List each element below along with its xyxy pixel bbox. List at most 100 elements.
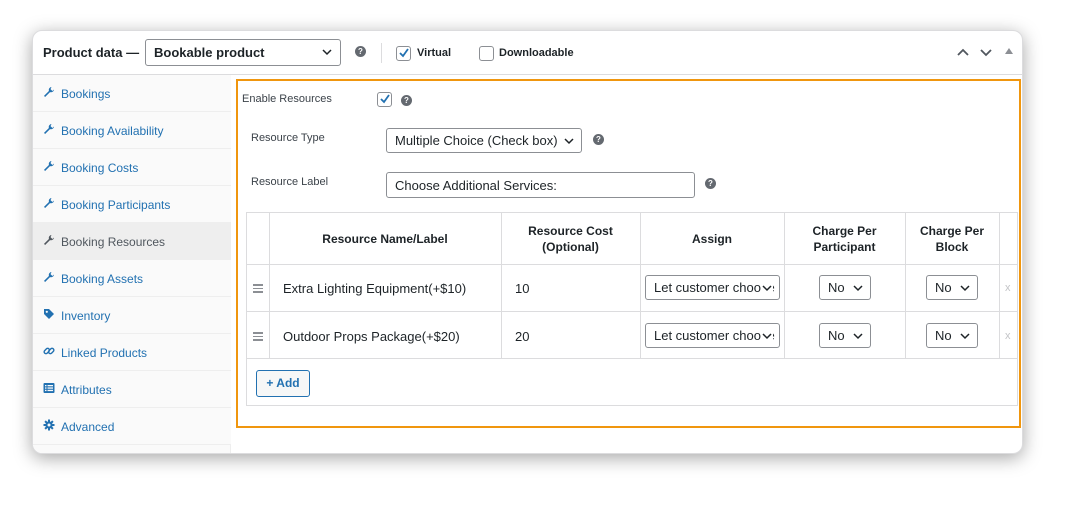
assign-value: Let customer choose (654, 328, 775, 343)
resource-name-cell[interactable]: Outdoor Props Package(+$20) (283, 329, 460, 344)
gear-icon (43, 419, 55, 431)
header-text: (Optional) (542, 240, 599, 254)
chevron-down-icon (761, 328, 773, 344)
sidebar-item-label: Inventory (61, 309, 111, 323)
sidebar-item-advanced[interactable]: Advanced (33, 408, 231, 445)
link-icon (43, 347, 55, 355)
help-icon[interactable]: ? (401, 95, 412, 106)
sidebar-item-label: Attributes (61, 383, 112, 397)
product-type-value: Bookable product (154, 45, 265, 60)
charge-per-block-value: No (935, 328, 952, 343)
drag-handle-icon[interactable] (253, 284, 263, 295)
downloadable-checkbox[interactable] (479, 46, 494, 61)
tag-icon (44, 309, 54, 319)
wrench-icon (44, 161, 54, 171)
resource-type-value: Multiple Choice (Check box) (395, 133, 558, 148)
wrench-icon (44, 198, 54, 208)
sidebar-item-booking-participants[interactable]: Booking Participants (33, 186, 231, 223)
header-text: Resource Name/Label (322, 232, 448, 246)
sidebar-item-label: Booking Resources (61, 235, 166, 249)
sidebar-item-bookings[interactable]: Bookings (33, 75, 231, 112)
table-divider (247, 358, 1017, 359)
header-text: Charge Per (919, 224, 985, 238)
charge-per-block-value: No (935, 280, 952, 295)
wrench-icon (44, 235, 54, 245)
charge-per-participant-select[interactable]: No (819, 275, 871, 300)
sidebar-item-inventory[interactable]: Inventory (33, 297, 231, 334)
table-divider (247, 311, 1017, 312)
sidebar-item-label: Advanced (61, 420, 115, 434)
sidebar-item-booking-availability[interactable]: Booking Availability (33, 112, 231, 149)
resource-label-input[interactable]: Choose Additional Services: (386, 172, 695, 198)
charge-per-participant-select[interactable]: No (819, 323, 871, 348)
product-type-select[interactable]: Bookable product (145, 39, 341, 66)
sidebar-item-attributes[interactable]: Attributes (33, 371, 231, 408)
assign-value: Let customer choose (654, 280, 775, 295)
virtual-checkbox[interactable] (396, 46, 411, 61)
chevron-down-icon (960, 333, 970, 340)
chevron-down-icon (960, 285, 970, 292)
enable-resources-label: Enable Resources (242, 93, 332, 105)
sidebar-item-booking-assets[interactable]: Booking Assets (33, 260, 231, 297)
resource-cost-cell[interactable]: 10 (515, 281, 529, 296)
downloadable-label: Downloadable (499, 47, 574, 59)
column-header-charge-per-block: Charge Per Block (905, 213, 999, 265)
header-text: Charge Per (812, 224, 877, 238)
enable-resources-checkbox[interactable] (377, 92, 392, 107)
header-text: Resource Cost (528, 224, 613, 238)
column-header-assign: Assign (640, 213, 784, 265)
column-header-name: Resource Name/Label (269, 213, 501, 265)
chevron-up-icon[interactable] (955, 44, 971, 60)
sidebar-item-label: Booking Costs (61, 161, 139, 175)
charge-per-participant-value: No (828, 280, 845, 295)
remove-row-button[interactable]: x (1005, 282, 1011, 294)
sidebar-item-booking-resources[interactable]: Booking Resources (33, 223, 231, 260)
help-icon[interactable]: ? (355, 46, 366, 57)
virtual-label: Virtual (417, 47, 452, 59)
wrench-icon (44, 87, 54, 97)
help-icon[interactable]: ? (705, 178, 716, 189)
table-divider (999, 213, 1000, 359)
sidebar-item-label: Linked Products (61, 346, 148, 360)
wrench-icon (44, 272, 54, 282)
sidebar-item-linked-products[interactable]: Linked Products (33, 334, 231, 371)
list-icon (43, 383, 55, 393)
product-data-tabs: Bookings Booking Availability Booking Co… (33, 75, 231, 453)
column-header-cost: Resource Cost (Optional) (501, 213, 640, 265)
product-data-panel: Product data — Bookable product ? Virtua… (32, 30, 1023, 454)
assign-select[interactable]: Let customer choose (645, 323, 780, 348)
chevron-down-icon[interactable] (978, 44, 994, 60)
header-text: Assign (691, 232, 732, 246)
product-data-title: Product data — (43, 45, 140, 60)
chevron-down-icon (322, 49, 332, 56)
collapse-toggle-icon[interactable] (1004, 46, 1014, 56)
charge-per-block-select[interactable]: No (926, 275, 978, 300)
header-divider (381, 43, 382, 63)
chevron-down-icon (761, 280, 773, 296)
sidebar-item-label: Booking Availability (61, 124, 164, 138)
product-data-header: Product data — Bookable product ? Virtua… (33, 31, 1022, 75)
resource-type-select[interactable]: Multiple Choice (Check box) (386, 128, 582, 153)
wrench-icon (44, 124, 54, 134)
header-text: Participant (813, 240, 876, 254)
sidebar-item-booking-costs[interactable]: Booking Costs (33, 149, 231, 186)
resource-type-label: Resource Type (251, 132, 325, 144)
add-resource-button[interactable]: + Add (256, 370, 310, 397)
sidebar-item-label: Booking Participants (61, 198, 171, 212)
chevron-down-icon (853, 333, 863, 340)
header-text: Block (935, 240, 969, 254)
sidebar-item-label: Booking Assets (61, 272, 144, 286)
resource-label-label: Resource Label (251, 176, 329, 188)
checkmark-icon (399, 48, 409, 58)
assign-select[interactable]: Let customer choose (645, 275, 780, 300)
resource-name-cell[interactable]: Extra Lighting Equipment(+$10) (283, 281, 466, 296)
drag-handle-icon[interactable] (253, 332, 263, 343)
resource-cost-cell[interactable]: 20 (515, 329, 529, 344)
column-header-charge-per-participant: Charge Per Participant (784, 213, 905, 265)
chevron-down-icon (853, 285, 863, 292)
checkmark-icon (380, 94, 390, 104)
help-icon[interactable]: ? (593, 134, 604, 145)
remove-row-button[interactable]: x (1005, 330, 1011, 342)
charge-per-participant-value: No (828, 328, 845, 343)
charge-per-block-select[interactable]: No (926, 323, 978, 348)
